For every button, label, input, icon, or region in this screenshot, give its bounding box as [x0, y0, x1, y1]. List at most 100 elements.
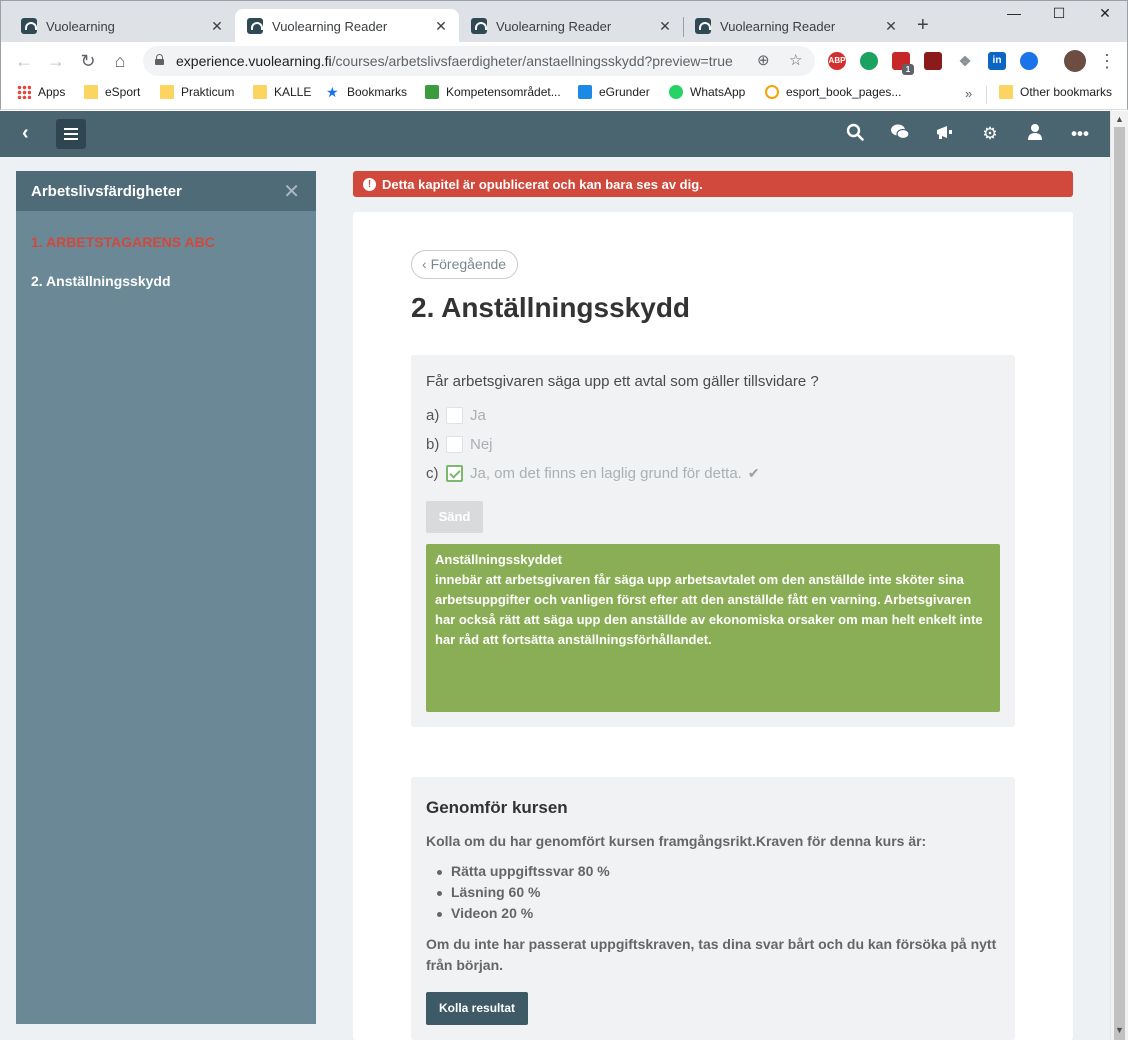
- bookmarks-overflow-button[interactable]: »: [965, 86, 972, 101]
- pdf-icon[interactable]: [924, 52, 942, 70]
- close-icon[interactable]: ✕: [209, 18, 225, 35]
- correct-check-icon: ✔: [747, 465, 760, 481]
- option-text: Ja: [470, 407, 486, 424]
- check-results-button[interactable]: Kolla resultat: [426, 992, 529, 1025]
- url-host: experience.vuolearning.fi: [176, 53, 332, 69]
- option-checkbox[interactable]: [446, 407, 463, 424]
- course-title: Arbetslivsfärdigheter: [31, 182, 182, 200]
- close-icon[interactable]: ✕: [883, 18, 899, 35]
- bookmark-label: Apps: [38, 85, 66, 99]
- hangouts-icon[interactable]: [860, 52, 878, 70]
- maximize-icon[interactable]: ☐: [1049, 5, 1069, 22]
- home-icon[interactable]: ⌂: [108, 49, 132, 73]
- quiz-option-a[interactable]: a) Ja: [426, 407, 486, 424]
- adblock-plus-icon[interactable]: ABP: [828, 52, 846, 70]
- chat-icon[interactable]: [889, 123, 911, 145]
- bookmark-bookmarks[interactable]: ★ Bookmarks: [326, 85, 407, 99]
- option-letter: a): [426, 407, 440, 424]
- browser-tab-3[interactable]: Vuolearning Reader ✕: [459, 9, 683, 43]
- search-icon[interactable]: [844, 123, 866, 145]
- linkedin-icon[interactable]: in: [988, 52, 1006, 70]
- url-text: experience.vuolearning.fi/courses/arbets…: [176, 53, 733, 69]
- list-line: [64, 133, 78, 135]
- close-icon[interactable]: ✕: [433, 18, 449, 35]
- bookmark-esport[interactable]: eSport: [84, 85, 140, 99]
- browser-tab-1[interactable]: Vuolearning ✕: [9, 9, 235, 43]
- more-options-icon[interactable]: •••: [1069, 123, 1091, 145]
- window-close-icon[interactable]: ✕: [1095, 5, 1115, 22]
- complete-title: Genomför kursen: [426, 798, 568, 817]
- bookmark-prakticum[interactable]: Prakticum: [160, 85, 234, 99]
- p-icon: [765, 85, 779, 99]
- exclamation-icon: !: [363, 177, 376, 191]
- dropbox-icon[interactable]: ❖: [956, 52, 974, 70]
- browser-tab-4[interactable]: Vuolearning Reader ✕: [683, 9, 909, 43]
- bookmark-label: Bookmarks: [347, 85, 408, 99]
- quiz-option-b[interactable]: b) Nej: [426, 436, 493, 453]
- install-app-icon[interactable]: ⊕: [757, 51, 770, 69]
- tab-title: Vuolearning: [46, 18, 115, 34]
- scroll-up-icon[interactable]: ▲: [1115, 114, 1124, 124]
- scroll-down-icon[interactable]: ▼: [1115, 1025, 1124, 1035]
- bookmark-whatsapp[interactable]: WhatsApp: [669, 85, 745, 99]
- back-arrow-icon[interactable]: ←: [12, 49, 36, 73]
- table-of-contents-button[interactable]: [56, 119, 86, 149]
- quiz-box: Får arbetsgivaren säga upp ett avtal som…: [411, 355, 1015, 727]
- minimize-icon[interactable]: —: [1004, 5, 1024, 21]
- back-chevron-icon[interactable]: ‹: [22, 122, 29, 145]
- requirements-list: Rätta uppgiftssvar 80 % Läsning 60 % Vid…: [426, 863, 610, 926]
- folder-icon: [999, 85, 1013, 99]
- quiz-option-c[interactable]: c) Ja, om det finns en laglig grund för …: [426, 465, 760, 482]
- tab-title: Vuolearning Reader: [720, 18, 836, 34]
- list-line: [64, 138, 78, 140]
- bookmark-kalle[interactable]: KALLE: [253, 85, 311, 99]
- bookmark-star-icon[interactable]: ☆: [789, 51, 802, 69]
- sidebar-item-chapter-2[interactable]: 2. Anställningsskydd: [31, 273, 171, 289]
- bookmark-other[interactable]: Other bookmarks: [999, 85, 1112, 99]
- gear-icon[interactable]: ⚙: [979, 123, 1001, 145]
- bookmark-label: Kompetensområdet...: [446, 85, 561, 99]
- vuolearning-favicon-icon: [695, 18, 711, 34]
- option-text: Nej: [470, 436, 493, 453]
- announcement-megaphone-icon[interactable]: [934, 123, 956, 145]
- previous-label: Föregående: [430, 256, 507, 272]
- sidebar-item-chapter-1[interactable]: 1. ARBETSTAGARENS ABC: [31, 234, 215, 250]
- pocket-icon[interactable]: [1020, 52, 1038, 70]
- forward-arrow-icon[interactable]: →: [44, 49, 68, 73]
- bookmark-label: eGrunder: [599, 85, 650, 99]
- user-icon[interactable]: [1024, 123, 1046, 145]
- quiz-question: Får arbetsgivaren säga upp ett avtal som…: [426, 373, 819, 390]
- tab-title: Vuolearning Reader: [496, 18, 612, 34]
- bookmark-esport-book[interactable]: esport_book_pages...: [765, 85, 901, 99]
- address-bar[interactable]: experience.vuolearning.fi/courses/arbets…: [143, 46, 815, 76]
- bookmark-egrunder[interactable]: eGrunder: [578, 85, 650, 99]
- send-button[interactable]: Sänd: [426, 501, 483, 533]
- browser-tab-strip: Vuolearning ✕ Vuolearning Reader ✕ Vuole…: [0, 0, 1128, 43]
- previous-button[interactable]: ‹ Föregående: [411, 250, 519, 279]
- browser-menu-icon[interactable]: ⋮: [1095, 49, 1119, 73]
- alert-text: Detta kapitel är opublicerat och kan bar…: [382, 176, 703, 192]
- option-checkbox-checked[interactable]: [446, 465, 463, 482]
- new-tab-button[interactable]: +: [917, 15, 929, 35]
- profile-avatar[interactable]: [1064, 50, 1086, 72]
- bookmark-apps[interactable]: Apps: [17, 85, 65, 99]
- browser-toolbar: ← → ↻ ⌂ experience.vuolearning.fi/course…: [0, 42, 1128, 80]
- option-checkbox[interactable]: [446, 436, 463, 453]
- close-icon[interactable]: ✕: [657, 18, 673, 35]
- list-item: Rätta uppgiftssvar 80 %: [426, 863, 610, 884]
- page-scrollbar[interactable]: ▲ ▼: [1110, 111, 1128, 1040]
- list-line: [64, 128, 78, 130]
- e-icon: [578, 85, 592, 99]
- chapter-sidebar: Arbetslivsfärdigheter ✕ 1. ARBETSTAGAREN…: [16, 171, 316, 1024]
- url-path: /courses/arbetslivsfaerdigheter/anstaell…: [331, 53, 733, 69]
- option-text: Ja, om det finns en laglig grund för det…: [470, 465, 742, 482]
- tab-title: Vuolearning Reader: [272, 18, 388, 34]
- scrollbar-thumb[interactable]: [1114, 127, 1125, 1040]
- play-icon: [425, 85, 439, 99]
- bookmark-kompetensomradet[interactable]: Kompetensområdet...: [425, 85, 561, 99]
- reload-icon[interactable]: ↻: [76, 49, 100, 73]
- bookmark-label: Prakticum: [181, 85, 235, 99]
- browser-tab-2[interactable]: Vuolearning Reader ✕: [235, 9, 459, 43]
- close-icon[interactable]: ✕: [283, 179, 300, 204]
- complete-intro: Kolla om du har genomfört kursen framgån…: [426, 833, 927, 849]
